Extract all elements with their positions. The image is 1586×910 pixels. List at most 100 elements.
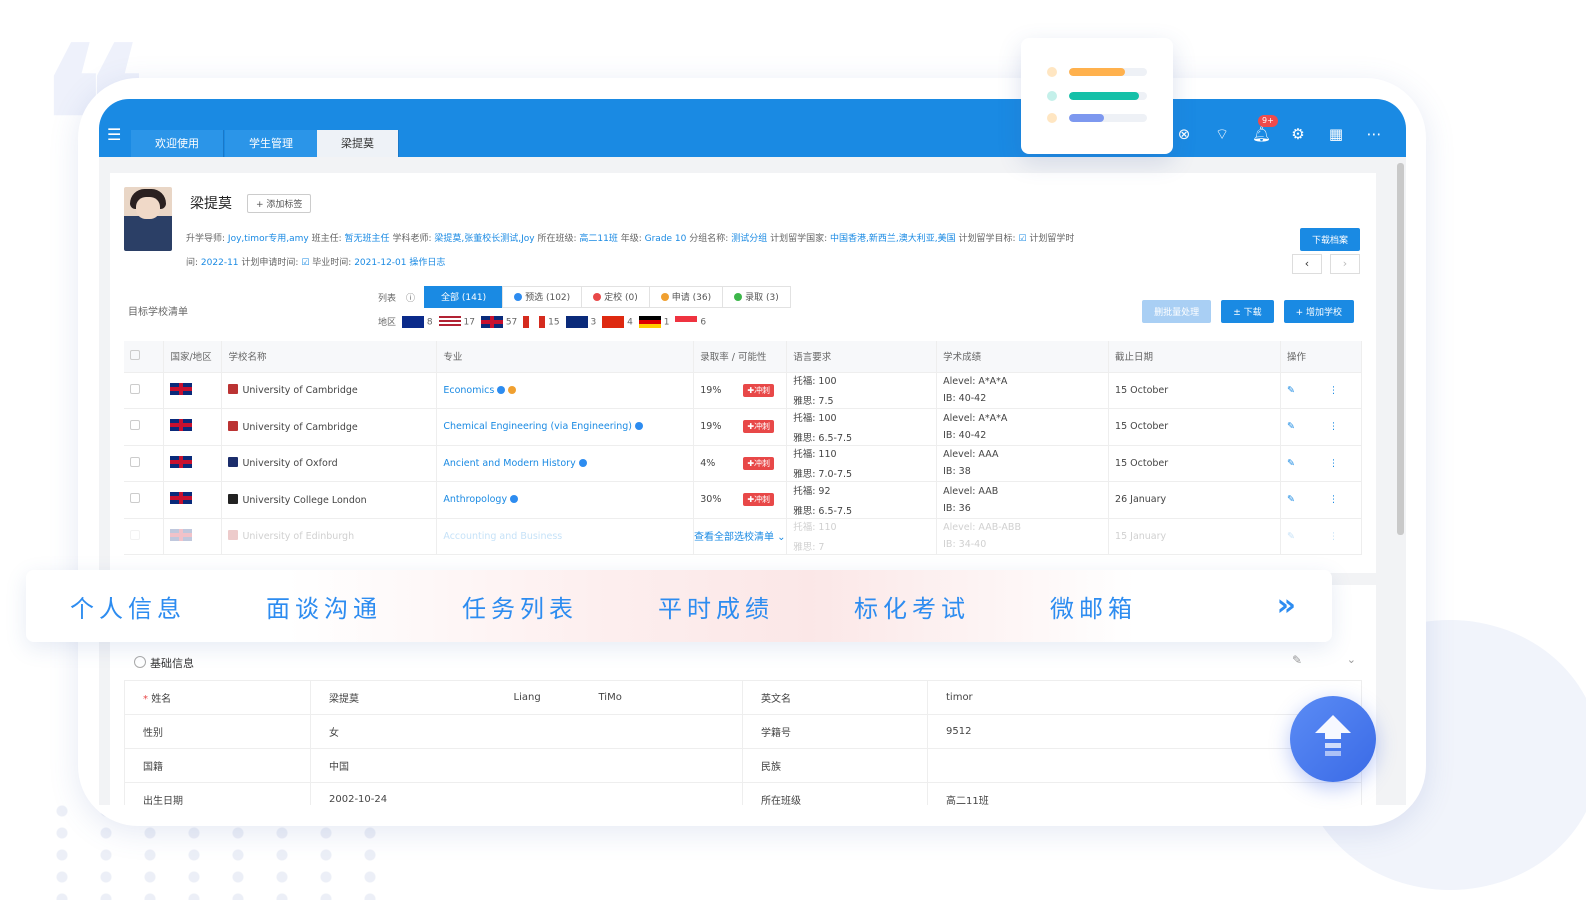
school-name[interactable]: University of Edinburgh [221, 518, 438, 555]
banner-item-interview[interactable]: 面谈沟通 [266, 589, 418, 624]
banner-item-task-list[interactable]: 任务列表 [462, 589, 614, 624]
add-school-button[interactable]: + 增加学校 [1283, 300, 1354, 323]
scrollbar[interactable] [1397, 163, 1404, 535]
row-checkbox[interactable] [124, 408, 165, 446]
region-uk[interactable]: 57 [480, 315, 517, 328]
filter-admitted[interactable]: 录取 (3) [722, 286, 791, 308]
school-name[interactable]: University College London [221, 481, 438, 519]
tab-welcome[interactable]: 欢迎使用 [131, 130, 224, 157]
filter-all[interactable]: 全部 (141) [424, 286, 504, 308]
field-value[interactable]: Liang [495, 680, 581, 715]
edit-icon[interactable]: ✎ [1287, 531, 1295, 542]
wifi-icon[interactable]: ⌔ [1214, 125, 1230, 144]
filter-preselect[interactable]: 预选 (102) [502, 286, 583, 308]
row-checkbox[interactable] [124, 481, 165, 519]
field-label: 所在班级 [742, 782, 928, 805]
filter-decided[interactable]: 定校 (0) [581, 286, 650, 308]
region-usa[interactable]: 17 [438, 315, 475, 328]
target-country-value[interactable]: 中国香港,新西兰,澳大利亚,美国 [830, 234, 956, 244]
tab-student-management[interactable]: 学生管理 [225, 130, 318, 157]
region-australia[interactable]: 8 [402, 315, 433, 328]
major-name[interactable]: Economics [436, 372, 695, 409]
more-vertical-icon[interactable]: ⋮ [1329, 458, 1339, 469]
subject-teacher-value[interactable]: 梁提莫,张董校长测试,Joy [434, 234, 534, 244]
table-row[interactable]: University of Oxford Ancient and Modern … [124, 445, 1363, 482]
school-name[interactable]: University of Oxford [221, 445, 438, 482]
row-checkbox[interactable] [124, 518, 165, 555]
school-list-title: 目标学校清单 [128, 307, 188, 318]
field-value[interactable]: 2002-10-24 [310, 782, 743, 805]
group-value[interactable]: 测试分组 [731, 234, 767, 244]
edit-icon[interactable]: ✎ [1287, 385, 1295, 396]
mentor-value[interactable]: Joy,timor专用,amy [228, 234, 309, 244]
table-row[interactable]: University College London Anthropology 3… [124, 481, 1363, 519]
banner-item-mailbox[interactable]: 微邮箱 [1050, 589, 1202, 624]
tab-student-profile[interactable]: 梁提莫 [317, 130, 399, 157]
bell-icon[interactable]: 🔔︎ 9+ [1252, 115, 1278, 144]
region-label: 地区 [378, 318, 397, 328]
row-checkbox[interactable] [124, 445, 165, 482]
school-name[interactable]: University of Cambridge [221, 372, 438, 409]
hamburger-menu-icon[interactable]: ☰ [107, 125, 121, 144]
edit-icon[interactable]: ✎ [1287, 421, 1295, 432]
prev-record-button[interactable]: ‹ [1292, 254, 1322, 274]
next-record-button[interactable]: › [1330, 254, 1360, 274]
edit-icon[interactable]: ✎ [1292, 653, 1302, 667]
uk-flag-icon [163, 481, 223, 519]
view-all-schools-link[interactable]: 查看全部选校清单 ⌄ [694, 528, 786, 543]
more-icon[interactable]: ⋯ [1366, 125, 1382, 144]
major-name[interactable]: Anthropology [436, 481, 695, 519]
double-chevron-right-icon[interactable]: » [1277, 588, 1297, 623]
filter-applying[interactable]: 申请 (36) [648, 286, 724, 308]
more-vertical-icon[interactable]: ⋮ [1329, 494, 1339, 505]
uk-flag-icon [163, 445, 223, 482]
region-canada[interactable]: 15 [523, 315, 560, 328]
help-icon[interactable]: ⓘ [406, 291, 415, 304]
study-time-value[interactable]: 2022-11 [201, 258, 239, 268]
field-value[interactable]: 女 [310, 714, 743, 749]
graduation-value[interactable]: 2021-12-01 [354, 258, 406, 268]
region-germany[interactable]: 1 [638, 315, 669, 328]
school-name[interactable]: University of Cambridge [221, 408, 438, 446]
download-profile-button[interactable]: 下载档案 [1299, 228, 1360, 251]
close-circle-icon[interactable]: ⊗ [1176, 125, 1192, 144]
more-vertical-icon[interactable]: ⋮ [1329, 421, 1339, 432]
table-row[interactable]: University of Cambridge Economics 19% ✚冲刺… [124, 372, 1363, 409]
field-value[interactable]: 高二11班 [927, 782, 1362, 805]
table-row[interactable]: University of Cambridge Chemical Enginee… [124, 408, 1363, 446]
edit-icon[interactable]: ✎ [1287, 494, 1295, 505]
region-singapore[interactable]: 6 [675, 315, 706, 328]
operation-log-link[interactable]: 操作日志 [409, 258, 445, 268]
field-value[interactable]: timor [927, 680, 1362, 715]
major-name[interactable]: Ancient and Modern History [436, 445, 695, 482]
chevron-down-icon[interactable]: ⌄ [1347, 653, 1356, 666]
banner-item-grades[interactable]: 平时成绩 [658, 589, 810, 624]
student-info-line-1: 升学导师: Joy,timor专用,amy 班主任: 暂无班主任 学科老师: 梁… [186, 234, 1075, 244]
head-teacher-value[interactable]: 暂无班主任 [345, 234, 390, 244]
region-new-zealand[interactable]: 3 [565, 315, 596, 328]
edit-icon[interactable]: ☑ [1018, 234, 1026, 244]
field-value[interactable]: 梁提莫 [310, 680, 496, 715]
banner-item-standardized-tests[interactable]: 标化考试 [854, 589, 1006, 624]
more-vertical-icon[interactable]: ⋮ [1329, 385, 1339, 396]
add-tag-button[interactable]: + 添加标签 [247, 194, 312, 213]
major-name[interactable]: Chemical Engineering (via Engineering) [436, 408, 695, 446]
scroll-to-top-button[interactable] [1290, 696, 1376, 782]
row-checkbox[interactable] [124, 372, 165, 409]
field-value[interactable]: 中国 [310, 748, 743, 783]
select-all-checkbox[interactable] [124, 341, 165, 373]
calendar-icon[interactable]: ▦ [1328, 125, 1344, 144]
edit-icon[interactable]: ✎ [1287, 458, 1295, 469]
edit-icon[interactable]: ☑ [301, 258, 309, 268]
banner-item-personal-info[interactable]: 个人信息 [70, 589, 222, 624]
grade-value[interactable]: Grade 10 [645, 234, 687, 244]
gear-icon[interactable]: ⚙ [1290, 125, 1306, 144]
major-name[interactable]: Accounting and Business [436, 518, 695, 555]
download-button[interactable]: ± 下载 [1221, 300, 1274, 323]
more-vertical-icon[interactable]: ⋮ [1329, 531, 1339, 542]
field-value[interactable]: TiMo [580, 680, 743, 715]
status-filters: 列表 ⓘ 全部 (141) 预选 (102) 定校 (0) 申请 (36) 录取… [378, 286, 791, 308]
class-value[interactable]: 高二11班 [579, 234, 617, 244]
batch-process-button[interactable]: 删批量处理 [1142, 300, 1212, 323]
region-hong-kong[interactable]: 4 [602, 315, 633, 328]
